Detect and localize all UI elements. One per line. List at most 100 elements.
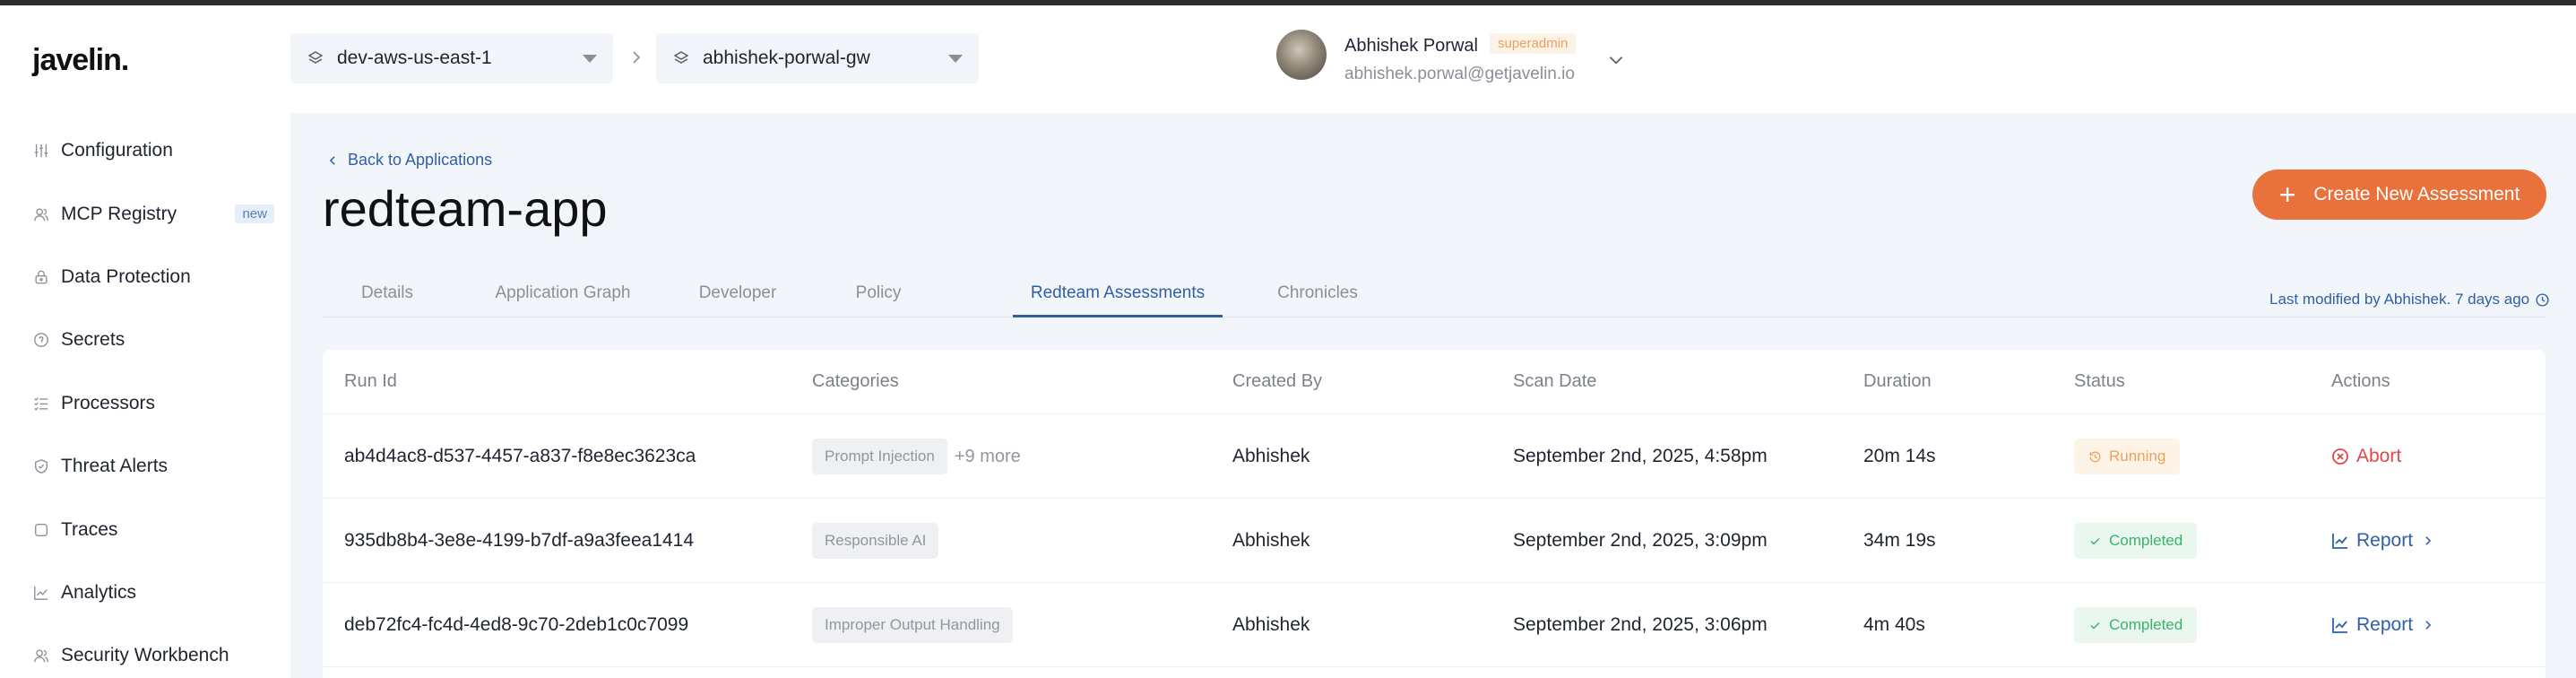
actions-cell: Abort xyxy=(2331,414,2401,499)
sidebar-item-processors[interactable]: Processors xyxy=(32,372,274,435)
square-icon xyxy=(32,521,50,539)
sidebar: javelin. Configuration MCP Registry new … xyxy=(0,5,290,678)
table-row[interactable]: 935db8b4-3e8e-4199-b7df-a9a3feea1414 Res… xyxy=(323,499,2546,583)
column-run-id: Run Id xyxy=(344,371,397,391)
plus-icon: + xyxy=(2278,178,2296,211)
column-created-by: Created By xyxy=(1232,371,1323,391)
categories-cell: Responsible AI xyxy=(812,499,939,583)
user-email: abhishek.porwal@getjavelin.io xyxy=(1344,65,1575,83)
actions-cell: Report xyxy=(2331,499,2434,583)
status-cell: Completed xyxy=(2074,583,2198,667)
avatar[interactable] xyxy=(1276,30,1327,80)
status-cell: Completed xyxy=(2074,499,2198,583)
sidebar-item-mcp-registry[interactable]: MCP Registry new xyxy=(32,182,274,245)
tab-policy[interactable]: Policy xyxy=(825,278,932,317)
categories-cell: Prompt Injection +9 more xyxy=(812,414,1021,499)
page-title: redteam-app xyxy=(323,180,608,237)
sidebar-item-security-workbench[interactable]: Security Workbench xyxy=(32,624,274,678)
tab-redteam-assessments[interactable]: Redteam Assessments xyxy=(1013,278,1223,317)
line-chart-icon xyxy=(32,584,50,602)
sidebar-item-data-protection[interactable]: Data Protection xyxy=(32,246,274,309)
column-status: Status xyxy=(2074,371,2125,391)
created-by: Abhishek xyxy=(1232,446,1310,466)
run-id: ab4d4ac8-d537-4457-a837-f8e8ec3623ca xyxy=(344,446,696,466)
sidebar-item-label: Configuration xyxy=(61,140,173,161)
layers-icon xyxy=(672,49,690,67)
table-header: Run Id Categories Created By Scan Date D… xyxy=(323,350,2546,414)
gateway-select[interactable]: abhishek-porwal-gw xyxy=(656,33,979,83)
logo: javelin. xyxy=(32,43,129,77)
sidebar-item-label: Processors xyxy=(61,392,156,413)
status-badge: Completed xyxy=(2074,607,2198,643)
category-tag: Improper Output Handling xyxy=(812,607,1013,643)
user-name: Abhishek Porwal xyxy=(1344,36,1478,56)
created-by: Abhishek xyxy=(1232,614,1310,635)
table-row[interactable]: ab4d4ac8-d537-4457-a837-f8e8ec3623ca Pro… xyxy=(323,414,2546,499)
category-tag: Prompt Injection xyxy=(812,439,947,474)
duration: 20m 14s xyxy=(1863,446,1936,466)
create-new-assessment-button[interactable]: + Create New Assessment xyxy=(2252,170,2546,220)
tab-details[interactable]: Details xyxy=(323,278,452,317)
sidebar-item-secrets[interactable]: Secrets xyxy=(32,309,274,371)
caret-down-icon xyxy=(948,54,963,63)
duration: 4m 40s xyxy=(1863,614,1925,635)
last-modified-text: Last modified by Abhishek. 7 days ago xyxy=(2269,291,2530,308)
created-by: Abhishek xyxy=(1232,530,1310,551)
status-badge: Completed xyxy=(2074,523,2198,559)
lock-icon xyxy=(32,268,50,286)
assessments-table: Run Id Categories Created By Scan Date D… xyxy=(323,350,2546,678)
main-content: Back to Applications redteam-app + Creat… xyxy=(290,113,2576,678)
environment-select[interactable]: dev-aws-us-east-1 xyxy=(290,33,613,83)
sidebar-item-traces[interactable]: Traces xyxy=(32,498,274,561)
sidebar-item-label: Threat Alerts xyxy=(61,456,169,477)
create-button-label: Create New Assessment xyxy=(2313,184,2520,204)
user-role-badge: superadmin xyxy=(1490,33,1577,54)
x-circle-icon xyxy=(2332,448,2348,465)
tab-chronicles[interactable]: Chronicles xyxy=(1246,278,1389,317)
clock-icon xyxy=(2536,292,2549,307)
scan-date: September 2nd, 2025, 3:09pm xyxy=(1513,530,1768,551)
back-label: Back to Applications xyxy=(348,151,493,169)
new-badge: new xyxy=(235,204,274,224)
back-to-applications-link[interactable]: Back to Applications xyxy=(326,151,492,170)
run-id: 935db8b4-3e8e-4199-b7df-a9a3feea1414 xyxy=(344,530,695,551)
abort-button[interactable]: Abort xyxy=(2331,446,2401,467)
users-icon xyxy=(32,647,50,665)
duration: 34m 19s xyxy=(1863,530,1936,551)
check-icon xyxy=(2090,622,2100,630)
list-check-icon xyxy=(32,395,50,413)
sidebar-item-threat-alerts[interactable]: Threat Alerts xyxy=(32,435,274,498)
line-chart-icon xyxy=(2332,534,2347,549)
users-icon xyxy=(32,205,50,223)
table-row[interactable]: deb72fc4-fc4d-4ed8-9c70-2deb1c0c7099 Imp… xyxy=(323,583,2546,667)
sidebar-item-analytics[interactable]: Analytics xyxy=(32,561,274,624)
chevron-left-icon xyxy=(329,155,335,165)
tab-developer[interactable]: Developer xyxy=(672,278,803,317)
sidebar-item-label: Traces xyxy=(61,518,118,540)
categories-cell: Improper Output Handling xyxy=(812,583,1013,667)
layers-icon xyxy=(307,49,324,67)
gateway-value: abhishek-porwal-gw xyxy=(703,48,870,68)
last-modified: Last modified by Abhishek. 7 days ago xyxy=(2269,291,2550,309)
header: dev-aws-us-east-1 abhishek-porwal-gw Abh… xyxy=(290,5,2576,113)
report-button[interactable]: Report xyxy=(2331,614,2434,636)
sliders-icon xyxy=(32,142,50,160)
tab-application-graph[interactable]: Application Graph xyxy=(473,278,653,317)
sidebar-item-configuration[interactable]: Configuration xyxy=(32,119,274,182)
chevron-right-icon xyxy=(627,48,645,66)
sidebar-item-label: Security Workbench xyxy=(61,645,229,666)
sidebar-item-label: MCP Registry xyxy=(61,203,177,224)
scan-date: September 2nd, 2025, 4:58pm xyxy=(1513,446,1768,466)
shield-check-icon xyxy=(32,457,50,475)
column-actions: Actions xyxy=(2331,371,2390,391)
actions-cell: Report xyxy=(2331,583,2434,667)
column-categories: Categories xyxy=(812,371,899,391)
more-categories-link[interactable]: +9 more xyxy=(955,447,1021,467)
sidebar-item-label: Data Protection xyxy=(61,265,191,287)
environment-value: dev-aws-us-east-1 xyxy=(337,48,492,68)
chevron-down-icon[interactable] xyxy=(1606,50,1626,70)
sidebar-item-label: Secrets xyxy=(61,329,125,351)
report-button[interactable]: Report xyxy=(2331,530,2434,552)
history-icon xyxy=(2089,451,2101,462)
chevron-right-icon xyxy=(2425,621,2432,630)
